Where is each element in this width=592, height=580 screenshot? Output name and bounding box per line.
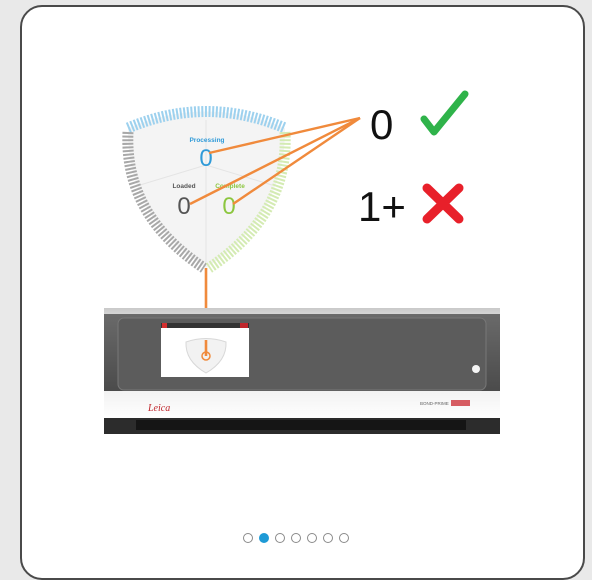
- brand-logo: Leica: [147, 403, 170, 414]
- processing-label: Processing: [189, 137, 224, 144]
- illustration: Processing 0 Loaded 0 Complete 0 0 1+ Le…: [104, 90, 500, 434]
- pagination-dot[interactable]: [259, 533, 269, 543]
- screen-alert-icon: [162, 323, 167, 328]
- instrument-slot: [136, 420, 466, 430]
- model-label: BOND-PRIME: [420, 401, 449, 406]
- complete-value: 0: [222, 193, 235, 220]
- cross-icon: [422, 183, 464, 224]
- status-gauge: [122, 106, 291, 273]
- ok-count: 0: [370, 101, 393, 148]
- model-color-bar: [451, 400, 470, 406]
- pagination-dot[interactable]: [291, 533, 301, 543]
- pagination-dots: [0, 533, 592, 543]
- pagination-dot[interactable]: [307, 533, 317, 543]
- instrument-screen: [161, 323, 249, 377]
- pagination-dot[interactable]: [323, 533, 333, 543]
- screen-logo-icon: [240, 323, 248, 328]
- pagination-dot[interactable]: [275, 533, 285, 543]
- loaded-value: 0: [177, 193, 190, 220]
- pagination-dot[interactable]: [339, 533, 349, 543]
- loaded-label: Loaded: [172, 183, 195, 190]
- pagination-dot[interactable]: [243, 533, 253, 543]
- processing-value: 0: [199, 145, 212, 172]
- power-indicator-icon: [472, 365, 480, 373]
- screen-toolbar: [161, 323, 249, 328]
- check-icon: [420, 90, 469, 136]
- error-count: 1+: [358, 183, 406, 230]
